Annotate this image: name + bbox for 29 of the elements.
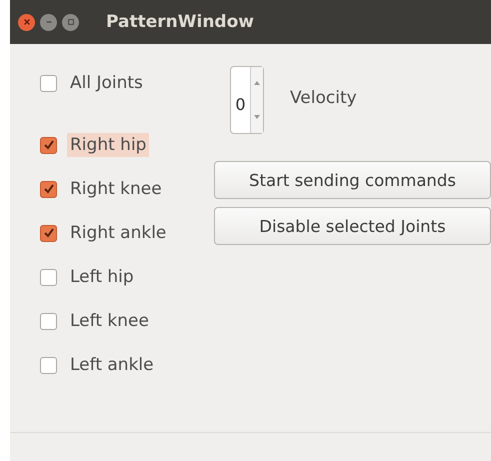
checkbox[interactable] bbox=[40, 136, 57, 154]
checkbox-label[interactable]: All Joints bbox=[67, 71, 146, 95]
window-title: PatternWindow bbox=[106, 12, 254, 32]
minimize-button[interactable] bbox=[40, 14, 57, 30]
checkmark-icon bbox=[42, 227, 54, 239]
checkbox[interactable] bbox=[40, 224, 57, 242]
push-button[interactable]: Disable selected Joints bbox=[214, 207, 491, 245]
checkbox-label[interactable]: Right ankle bbox=[67, 221, 170, 245]
checkmark-icon bbox=[42, 139, 54, 151]
checkbox-label[interactable]: Left knee bbox=[67, 309, 152, 333]
up-arrow-icon[interactable] bbox=[254, 81, 260, 85]
checkbox-label[interactable]: Left ankle bbox=[67, 353, 157, 377]
maximize-icon bbox=[66, 18, 74, 26]
checkbox[interactable] bbox=[40, 312, 57, 330]
maximize-button[interactable] bbox=[62, 14, 79, 30]
checkbox[interactable] bbox=[40, 74, 57, 92]
close-icon bbox=[22, 18, 30, 26]
checkbox[interactable] bbox=[40, 356, 57, 374]
down-arrow-icon[interactable] bbox=[254, 115, 260, 119]
push-button[interactable]: Start sending commands bbox=[214, 161, 491, 199]
checkbox[interactable] bbox=[40, 180, 57, 198]
velocity-spinbox[interactable]: 0 bbox=[230, 66, 264, 134]
checkbox-label[interactable]: Right hip bbox=[67, 133, 150, 157]
close-button[interactable] bbox=[18, 14, 35, 30]
velocity-label: Velocity bbox=[290, 88, 357, 108]
checkbox-label[interactable]: Right knee bbox=[67, 177, 165, 201]
checkmark-icon bbox=[42, 183, 54, 195]
checkbox[interactable] bbox=[40, 268, 57, 286]
checkbox-label[interactable]: Left hip bbox=[67, 265, 137, 289]
